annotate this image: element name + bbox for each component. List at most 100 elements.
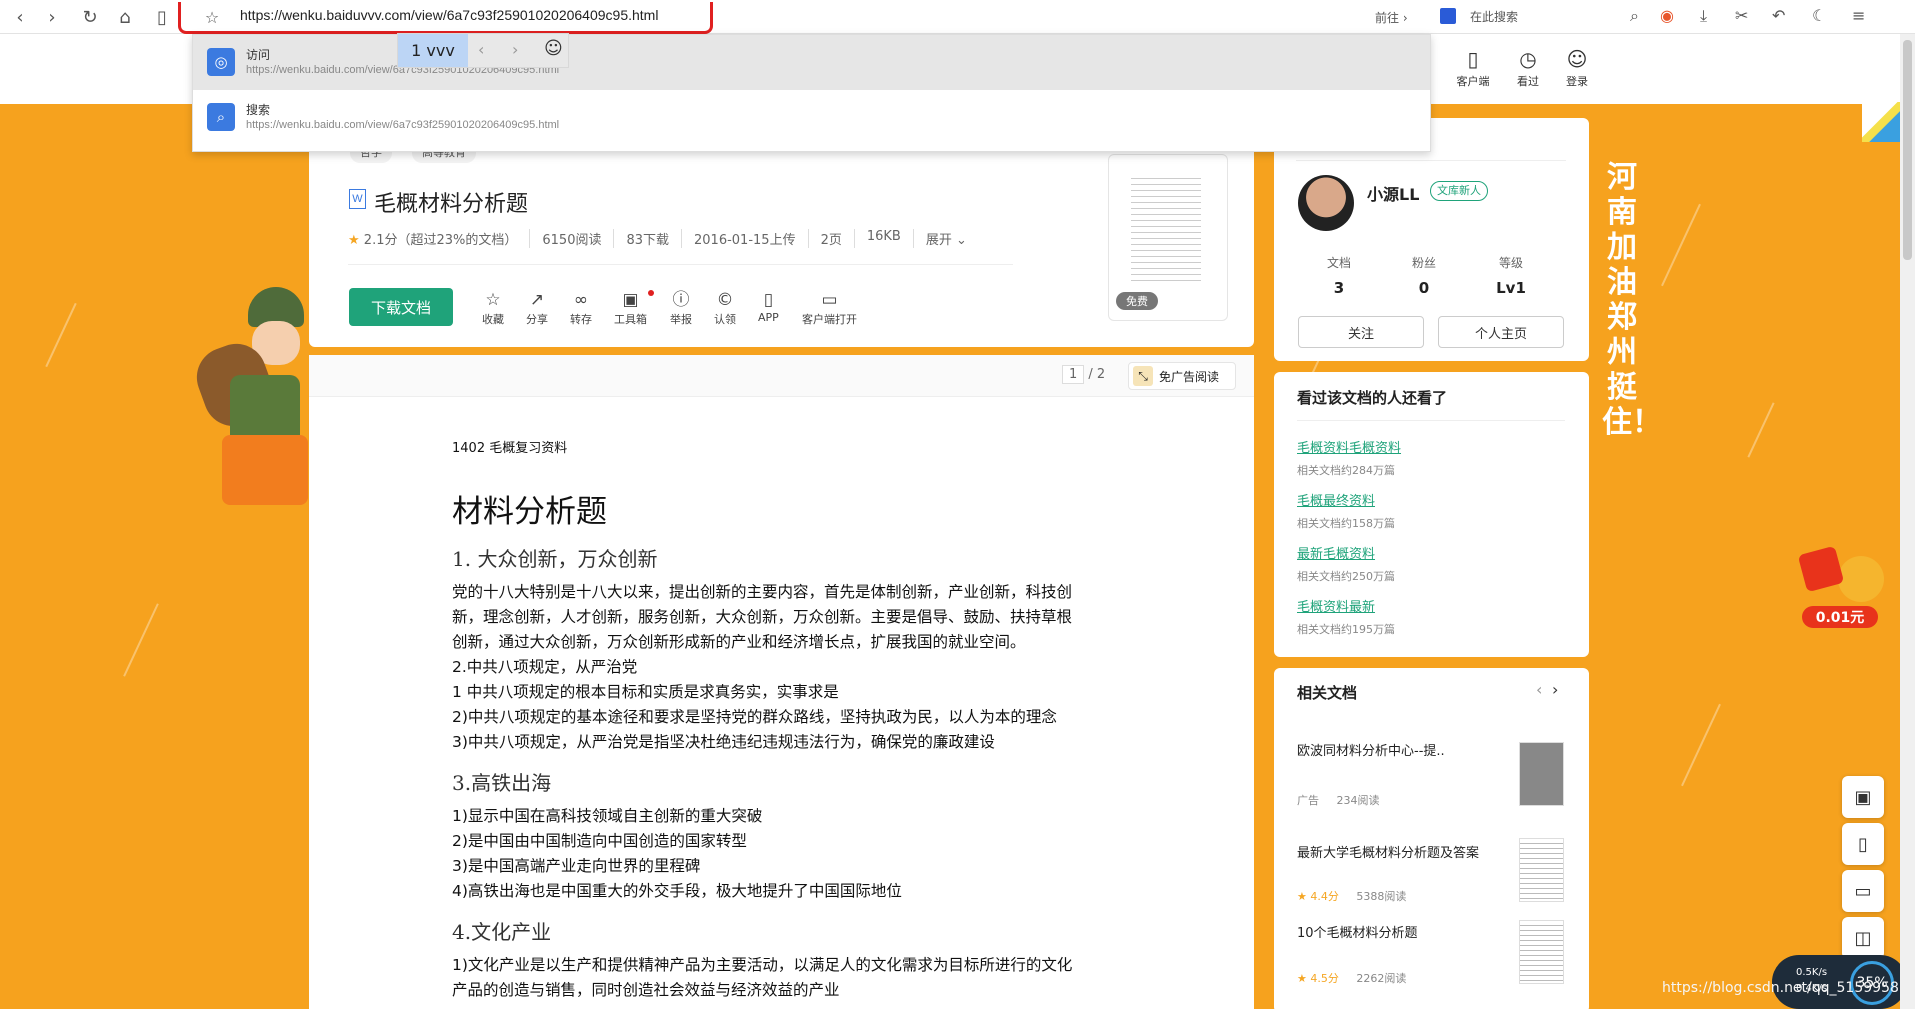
phone-icon: ▯ xyxy=(763,290,774,310)
emoji-icon[interactable]: ☺ xyxy=(544,38,563,59)
paragraph-line: 党的十八大特别是十八大以来，提出创新的主要内容，首先是体制创新，产业创新，科技创 xyxy=(452,583,1073,601)
follow-button[interactable]: 关注 xyxy=(1298,316,1424,348)
reading-icon[interactable]: ▯ xyxy=(150,5,174,29)
toolbox-float-icon[interactable]: ▣ xyxy=(1842,776,1884,818)
paragraph-line: 2)中共八项规定的基本途径和要求是坚持党的群众路线，坚持执政为民，以人为本的理念 xyxy=(452,708,1057,726)
doc-title: 毛概材料分析题 xyxy=(374,192,529,217)
next-arrow-icon[interactable]: › xyxy=(1552,680,1558,699)
also-viewed-link[interactable]: 毛概最终资料 xyxy=(1297,490,1375,509)
notification-dot xyxy=(648,290,654,296)
doc-upload-date: 2016-01-15上传 xyxy=(682,229,809,248)
action-share[interactable]: ↗ 分享 xyxy=(526,290,548,327)
paragraph-line: 2)是中国由中国制造向中国创造的国家转型 xyxy=(452,832,747,850)
corner-ribbon[interactable] xyxy=(1862,102,1900,142)
suggestion-search[interactable]: ⌕ 搜索 https://wenku.baidu.com/view/6a7c93… xyxy=(193,90,1430,145)
also-viewed-link[interactable]: 最新毛概资料 xyxy=(1297,543,1375,562)
section-heading: 1. 大众创新，万众创新 xyxy=(452,547,658,571)
ime-prev-icon[interactable]: ‹ xyxy=(478,40,484,59)
doc-subtitle: 1402 毛概复习资料 xyxy=(452,441,568,456)
word-file-icon: W xyxy=(349,189,366,209)
related-doc-meta: ★ 4.4分 5388阅读 xyxy=(1297,890,1407,903)
related-doc-title[interactable]: 最新大学毛概材料分析题及答案 xyxy=(1297,842,1497,861)
doc-downloads: 83下载 xyxy=(614,229,683,248)
action-toolbox[interactable]: ▣ 工具箱 xyxy=(614,290,647,327)
search-box[interactable]: 在此搜索 xyxy=(1470,8,1518,25)
tablet-icon: ▯ xyxy=(1467,47,1479,71)
stat-fans: 粉丝 0 xyxy=(1411,256,1436,297)
suggestion-visit[interactable]: ◎ 访问 https://wenku.baidu.com/view/6a7c93… xyxy=(193,35,1430,90)
download-button[interactable]: 下载文档 xyxy=(349,288,453,326)
download-icon[interactable]: ⤓ xyxy=(1700,6,1707,26)
free-badge: 免费 xyxy=(1116,292,1158,310)
action-open-client[interactable]: ▭ 客户端打开 xyxy=(802,290,857,327)
action-favorite[interactable]: ☆ 收藏 xyxy=(482,290,504,327)
monitor-icon: ▭ xyxy=(821,290,838,310)
clock-icon: ◷ xyxy=(1519,47,1537,71)
expand-toggle[interactable]: 展开 ⌄ xyxy=(914,229,979,248)
action-claim[interactable]: © 认领 xyxy=(714,290,736,327)
section-heading: 4.文化产业 xyxy=(452,920,552,944)
reload-icon[interactable]: ↻ xyxy=(78,5,102,29)
undo-icon[interactable]: ↶ xyxy=(1772,6,1785,25)
baidu-search-icon[interactable] xyxy=(1440,8,1456,24)
bag-float-icon[interactable]: ◫ xyxy=(1842,917,1884,959)
ime-next-icon[interactable]: › xyxy=(512,40,518,59)
address-suggestions: ◎ 访问 https://wenku.baidu.com/view/6a7c93… xyxy=(192,34,1431,152)
promo-price[interactable]: 0.01元 xyxy=(1802,606,1878,628)
action-app[interactable]: ▯ APP xyxy=(758,290,779,324)
also-viewed-sub: 相关文档约284万篇 xyxy=(1297,464,1395,477)
related-doc-meta: 广告 234阅读 xyxy=(1297,794,1380,807)
back-icon[interactable]: ‹ xyxy=(8,5,32,29)
also-viewed-title: 看过该文档的人还看了 xyxy=(1297,389,1448,407)
doc-size: 16KB xyxy=(855,229,914,248)
goto-button[interactable]: 前往 › xyxy=(1375,9,1408,26)
forward-icon[interactable]: › xyxy=(40,5,64,29)
header-login[interactable]: ☺ 登录 xyxy=(1552,48,1602,89)
author-name[interactable]: 小源LL xyxy=(1367,181,1419,205)
related-doc-title[interactable]: 10个毛概材料分析题 xyxy=(1297,922,1497,941)
page-current-input[interactable]: 1 xyxy=(1062,365,1085,384)
menu-icon[interactable]: ≡ xyxy=(1852,6,1865,25)
header-client[interactable]: ▯ 客户端 xyxy=(1448,48,1498,89)
adfree-button[interactable]: ⤡ 免广告阅读 xyxy=(1128,362,1236,390)
also-viewed-link[interactable]: 毛概资料最新 xyxy=(1297,596,1375,615)
also-viewed-link[interactable]: 毛概资料毛概资料 xyxy=(1297,437,1401,456)
doc-pages: 2页 xyxy=(809,229,855,248)
ime-candidate-bar[interactable]: 1 vvv ‹ › ☺ xyxy=(397,33,569,68)
blog-watermark: https://blog.csdn.net/qq_51599587 xyxy=(1662,980,1908,996)
section-heading: 3.高铁出海 xyxy=(452,771,552,795)
avatar[interactable] xyxy=(1298,175,1354,231)
paragraph-line: 1)显示中国在高科技领域自主创新的重大突破 xyxy=(452,807,763,825)
doc-rating: ★ 2.1分（超过23%的文档） xyxy=(348,229,531,248)
game-icon[interactable]: ◉ xyxy=(1660,6,1674,25)
phone-float-icon[interactable]: ▯ xyxy=(1842,823,1884,865)
related-doc-thumb[interactable] xyxy=(1519,920,1564,984)
prev-arrow-icon[interactable]: ‹ xyxy=(1536,680,1542,699)
related-doc-title[interactable]: 欧波同材料分析中心--提.. xyxy=(1297,740,1497,759)
magnifier-icon[interactable]: ⌕ xyxy=(1630,6,1639,26)
feedback-float-icon[interactable]: ▭ xyxy=(1842,870,1884,912)
also-viewed-sub: 相关文档约195万篇 xyxy=(1297,623,1395,636)
scissors-icon[interactable]: ✂ xyxy=(1735,6,1748,25)
profile-button[interactable]: 个人主页 xyxy=(1438,316,1564,348)
night-mode-icon[interactable]: ☾ xyxy=(1812,6,1826,25)
scrollbar-thumb[interactable] xyxy=(1903,40,1912,260)
related-doc-meta: ★ 4.5分 2262阅读 xyxy=(1297,972,1407,985)
home-icon[interactable]: ⌂ xyxy=(113,5,137,29)
alert-icon: ⓘ xyxy=(672,290,690,310)
viewer-toolbar xyxy=(309,355,1254,397)
stat-docs: 文档 3 xyxy=(1326,256,1351,297)
paragraph-line: 新，理念创新，人才创新，服务创新，大众创新，万众创新。主要是倡导、鼓励、扶持草根 xyxy=(452,608,1073,626)
user-icon: ☺ xyxy=(1566,47,1588,71)
soldier-illustration xyxy=(188,285,310,515)
related-doc-thumb[interactable] xyxy=(1519,838,1564,902)
action-save[interactable]: ∞ 转存 xyxy=(570,290,592,327)
paragraph-line: 4)高铁出海也是中国重大的外交手段，极大地提升了中国国际地位 xyxy=(452,882,902,900)
paragraph-line: 1 中共八项规定的根本目标和实质是求真务实，实事求是 xyxy=(452,683,839,701)
globe-icon: ◎ xyxy=(207,48,235,76)
action-report[interactable]: ⓘ 举报 xyxy=(670,290,692,327)
doc-meta: ★ 2.1分（超过23%的文档） 6150阅读 83下载 2016-01-15上… xyxy=(348,229,979,248)
paragraph-line: 3)中共八项规定，从严治党是指坚决杜绝违纪违规违法行为，确保党的廉政建设 xyxy=(452,733,995,751)
related-doc-thumb[interactable] xyxy=(1519,742,1564,806)
header-history[interactable]: ◷ 看过 xyxy=(1503,48,1553,89)
